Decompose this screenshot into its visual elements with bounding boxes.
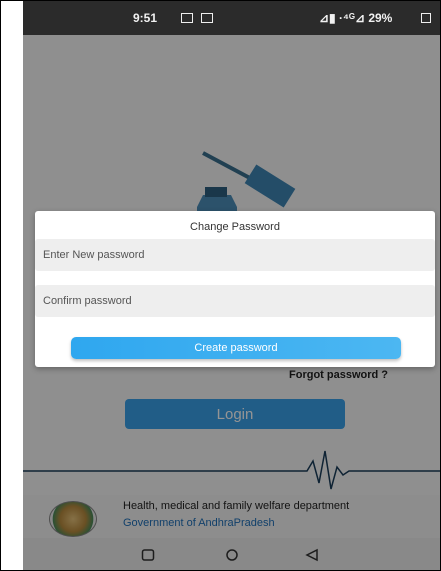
dialog-title: Change Password: [190, 221, 280, 233]
change-password-dialog: Change Password Create password: [35, 211, 435, 367]
confirm-password-input[interactable]: [35, 285, 435, 317]
screenshot-frame: 9:51 ⊿▮ ·⁴ᴳ⊿ 29% Forgot password ? Login: [0, 0, 441, 571]
battery-icon: [421, 13, 431, 23]
image-icon: [201, 13, 213, 23]
notification-icon: [181, 13, 193, 23]
status-time: 9:51: [133, 11, 158, 25]
create-password-label: Create password: [194, 342, 278, 354]
create-password-button[interactable]: Create password: [71, 337, 401, 359]
new-password-input[interactable]: [35, 239, 435, 271]
status-bar: 9:51 ⊿▮ ·⁴ᴳ⊿ 29%: [23, 1, 440, 35]
phone-screen: 9:51 ⊿▮ ·⁴ᴳ⊿ 29% Forgot password ? Login: [23, 1, 440, 570]
status-indicators: ⊿▮ ·⁴ᴳ⊿ 29%: [319, 11, 393, 25]
